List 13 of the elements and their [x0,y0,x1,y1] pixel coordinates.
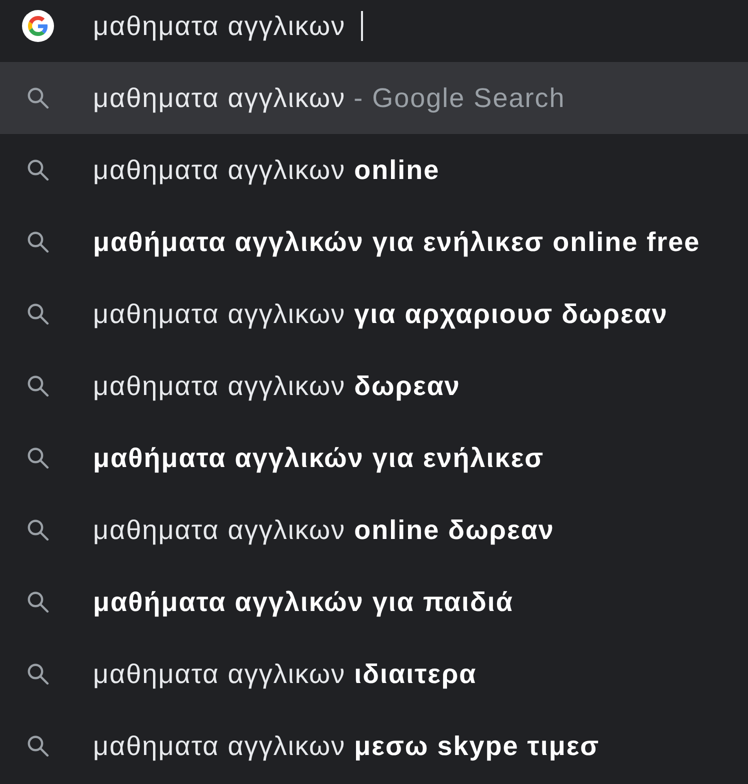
search-icon [27,231,49,253]
search-icon [27,735,49,757]
search-icon [27,663,49,685]
search-field[interactable]: μαθηματα αγγλικων [93,6,367,46]
search-icon [27,159,49,181]
search-icon [27,87,49,109]
search-icon [27,375,49,397]
search-icon [27,519,49,541]
search-icon [27,591,49,613]
search-icon [27,447,49,469]
g-logo-icon [22,10,54,42]
suggestion-item[interactable]: μαθηματα αγγλικων - Google Search [0,62,748,134]
search-icon [27,303,49,325]
